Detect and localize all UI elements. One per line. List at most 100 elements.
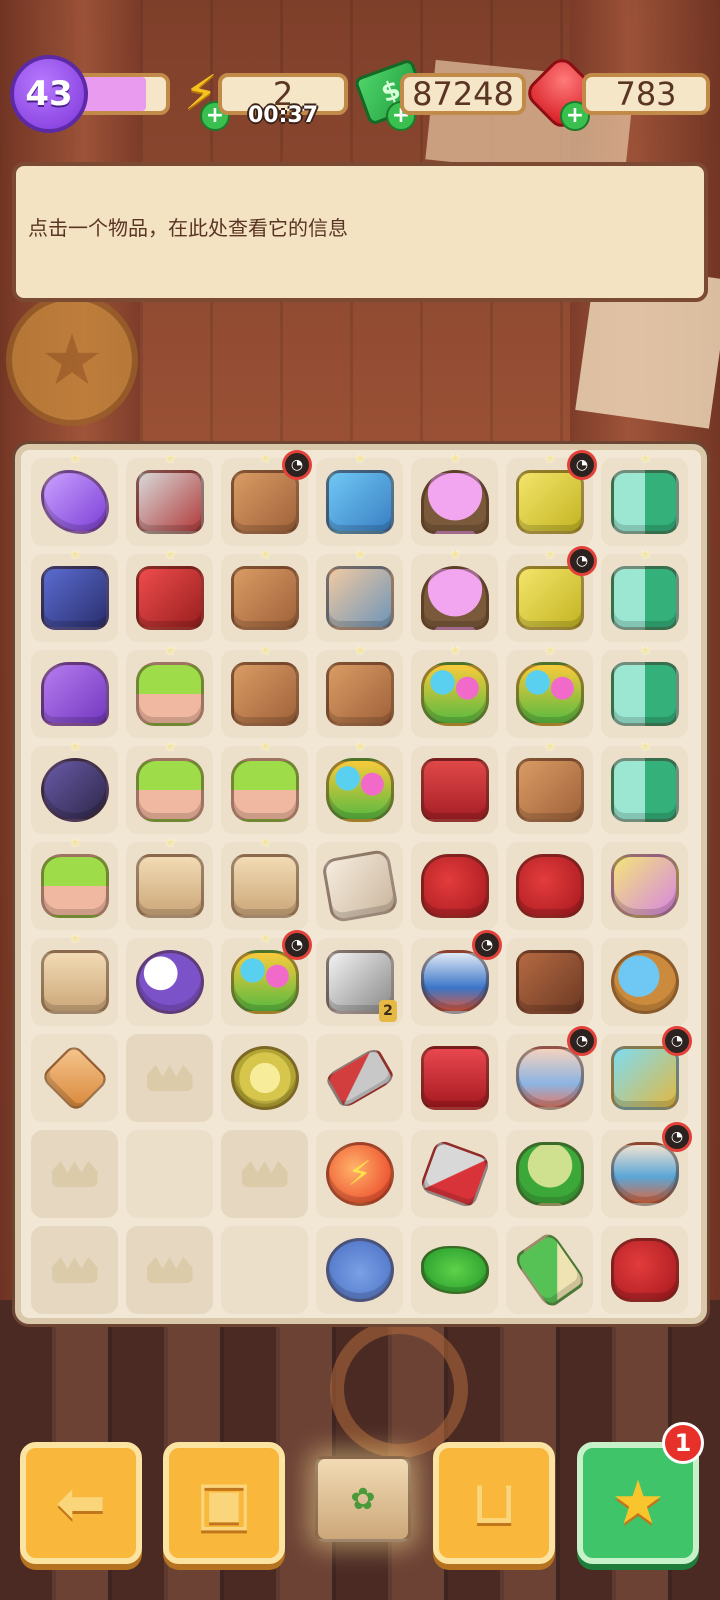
item-flowers[interactable] — [230, 950, 299, 1014]
board-cell[interactable]: ★ ◔ — [506, 546, 597, 642]
board-cell[interactable]: ◔ — [601, 1122, 692, 1218]
board-cell[interactable]: ★ — [31, 836, 118, 930]
level-badge[interactable]: 43 — [10, 55, 88, 133]
item-flowers[interactable] — [515, 662, 584, 726]
item-gloves[interactable] — [420, 854, 489, 918]
board-cell[interactable] — [316, 1226, 403, 1314]
item-brush[interactable] — [511, 1230, 588, 1310]
item-hose[interactable] — [230, 1046, 299, 1110]
board-cell[interactable]: ★ — [31, 740, 118, 834]
item-gloves[interactable] — [610, 1238, 679, 1302]
empty-cell[interactable] — [221, 1226, 308, 1314]
item-bottles[interactable] — [610, 662, 679, 726]
item-flowers[interactable] — [420, 662, 489, 726]
empty-cell[interactable] — [126, 1226, 213, 1314]
item-trowel[interactable] — [323, 1046, 396, 1110]
featured-item-box-plant[interactable] — [315, 1456, 411, 1542]
board-cell[interactable]: ★ — [126, 740, 213, 834]
item-plant[interactable] — [230, 758, 299, 822]
board-cell[interactable] — [506, 1226, 593, 1314]
empty-cell[interactable] — [126, 1034, 213, 1122]
item-cart[interactable] — [515, 566, 584, 630]
item-spray[interactable] — [610, 854, 679, 918]
board-cell[interactable]: ★ — [126, 452, 213, 546]
board-cell[interactable]: ★ — [601, 452, 688, 546]
item-paper[interactable] — [320, 848, 399, 924]
item-safe[interactable] — [325, 566, 394, 630]
backpack-button[interactable]: ▣ — [163, 1442, 285, 1564]
item-plane[interactable] — [40, 470, 109, 534]
board-cell[interactable]: ★ — [221, 740, 308, 834]
board-cell[interactable] — [31, 650, 118, 738]
item-jeep[interactable] — [40, 566, 109, 630]
item-vase2[interactable] — [515, 1046, 584, 1110]
board-cell[interactable]: ★ — [31, 548, 118, 642]
board-cell[interactable]: ★ — [126, 644, 213, 738]
empty-cell[interactable] — [31, 1226, 118, 1314]
item-flowers[interactable] — [325, 758, 394, 822]
board-cell[interactable] — [601, 842, 688, 930]
item-box-plant[interactable] — [40, 950, 109, 1014]
item-plant[interactable] — [135, 758, 204, 822]
item-sponge-pad[interactable] — [515, 1142, 584, 1206]
board-cell[interactable]: ★ — [316, 452, 403, 546]
board-cell[interactable] — [221, 1034, 308, 1122]
board-cell[interactable]: ★ — [221, 836, 308, 930]
item-cards[interactable] — [515, 950, 584, 1014]
board-cell[interactable]: ★ — [411, 548, 498, 642]
item-tool[interactable] — [135, 470, 204, 534]
item-sponge[interactable] — [420, 1246, 489, 1294]
gem-counter[interactable]: 783 — [582, 73, 710, 115]
item-crate[interactable] — [230, 662, 299, 726]
item-koala[interactable] — [325, 1238, 394, 1302]
cash-counter[interactable]: 87248 — [400, 73, 526, 115]
item-shears[interactable] — [418, 1138, 491, 1210]
board-cell[interactable] — [506, 1130, 593, 1218]
back-button[interactable]: ⬅ — [20, 1442, 142, 1564]
empty-cell[interactable] — [221, 1130, 308, 1218]
item-red-device[interactable] — [135, 566, 204, 630]
item-crate[interactable] — [230, 470, 299, 534]
board-cell[interactable] — [601, 938, 688, 1026]
empty-cell[interactable] — [31, 1130, 118, 1218]
board-cell[interactable] — [506, 842, 593, 930]
board-cell[interactable]: ★ — [316, 740, 403, 834]
board-cell[interactable]: ◔ — [601, 1026, 692, 1122]
shop-basket-button[interactable]: ⊔ — [433, 1442, 555, 1564]
item-hourglass[interactable] — [39, 1042, 110, 1114]
board-cell[interactable] — [126, 938, 213, 1026]
board-cell[interactable]: ★ — [411, 644, 498, 738]
board-cell[interactable]: ★ — [601, 740, 688, 834]
item-box-bulb[interactable] — [135, 854, 204, 918]
item-magnifier[interactable] — [610, 950, 679, 1014]
empty-cell[interactable] — [126, 1130, 213, 1218]
board-cell[interactable]: ★ ◔ — [221, 450, 312, 546]
board-cell[interactable]: ★ — [316, 644, 403, 738]
board-cell[interactable] — [316, 1034, 403, 1122]
item-sink[interactable] — [420, 1046, 489, 1110]
board-cell[interactable] — [411, 842, 498, 930]
item-building[interactable] — [325, 470, 394, 534]
item-crate[interactable] — [325, 662, 394, 726]
item-lamp[interactable] — [135, 950, 204, 1014]
item-plant[interactable] — [135, 662, 204, 726]
item-crate[interactable] — [515, 758, 584, 822]
board-cell[interactable]: ★ — [126, 548, 213, 642]
item-bottles[interactable] — [610, 758, 679, 822]
board-cell[interactable]: ★ — [601, 548, 688, 642]
item-plant[interactable] — [40, 854, 109, 918]
board-cell[interactable]: ★ — [221, 644, 308, 738]
board-cell[interactable]: ★ — [31, 452, 118, 546]
board-cell[interactable] — [31, 1034, 118, 1122]
item-moto[interactable] — [40, 758, 109, 822]
board-cell[interactable]: ★ — [31, 932, 118, 1026]
item-gloves[interactable] — [515, 854, 584, 918]
board-cell[interactable]: ★ — [506, 644, 593, 738]
item-tree[interactable] — [420, 566, 489, 630]
board-cell[interactable]: ★ ◔ — [221, 930, 312, 1026]
item-cart[interactable] — [515, 470, 584, 534]
board-cell[interactable]: ★ — [126, 836, 213, 930]
board-cell[interactable]: ★ — [316, 548, 403, 642]
item-bottles[interactable] — [610, 566, 679, 630]
board-cell[interactable]: ◔ — [411, 930, 502, 1026]
